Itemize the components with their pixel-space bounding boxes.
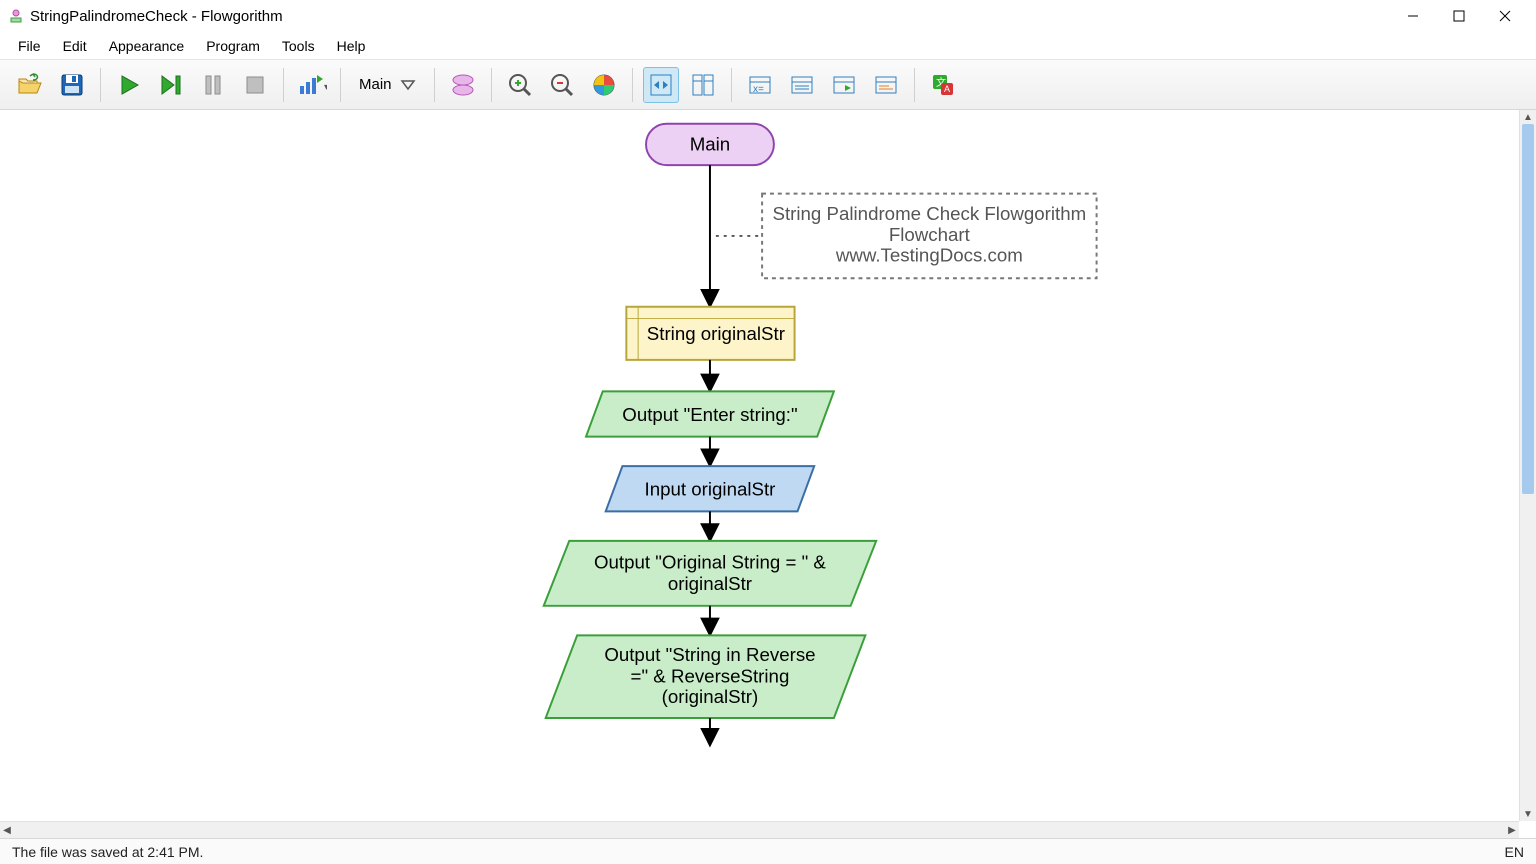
svg-text:Output "String in Reverse: Output "String in Reverse (604, 644, 815, 665)
language-button[interactable]: 文 A (925, 67, 961, 103)
svg-text:▾: ▾ (324, 82, 327, 93)
svg-text:=" & ReverseString: =" & ReverseString (631, 666, 790, 687)
status-message: The file was saved at 2:41 PM. (12, 844, 203, 860)
separator (914, 68, 915, 102)
flowchart-output-reverse[interactable]: Output "String in Reverse =" & ReverseSt… (546, 635, 866, 718)
separator (100, 68, 101, 102)
speed-button[interactable]: ▾ (294, 67, 330, 103)
vertical-scrollbar[interactable]: ▲ ▼ (1519, 110, 1536, 821)
toolbar: ▾ Main (0, 60, 1536, 110)
layout-auto-button[interactable] (643, 67, 679, 103)
function-select[interactable]: Main (351, 72, 424, 97)
svg-text:Flowchart: Flowchart (889, 224, 971, 245)
status-language: EN (1505, 844, 1524, 860)
titlebar: StringPalindromeCheck - Flowgorithm (0, 0, 1536, 32)
separator (731, 68, 732, 102)
svg-text:(originalStr): (originalStr) (662, 686, 759, 707)
source-code-button[interactable] (826, 67, 862, 103)
close-button[interactable] (1482, 0, 1528, 32)
menu-program[interactable]: Program (196, 34, 270, 58)
svg-text:Input originalStr: Input originalStr (645, 479, 776, 500)
window-title: StringPalindromeCheck - Flowgorithm (30, 8, 283, 25)
svg-text:originalStr: originalStr (668, 573, 752, 594)
variables-button[interactable]: x= (742, 67, 778, 103)
scroll-thumb-v[interactable] (1522, 124, 1534, 494)
open-button[interactable] (12, 67, 48, 103)
svg-text:A: A (944, 84, 950, 94)
console-button[interactable] (784, 67, 820, 103)
scroll-left-icon[interactable]: ◀ (0, 822, 14, 838)
zoom-out-button[interactable] (544, 67, 580, 103)
svg-text:Output "Enter string:": Output "Enter string:" (622, 404, 797, 425)
app-icon (8, 8, 24, 24)
maximize-button[interactable] (1436, 0, 1482, 32)
flowchart-declare[interactable]: String originalStr (626, 307, 794, 360)
svg-text:Output "Original String = " &: Output "Original String = " & (594, 551, 826, 572)
separator (340, 68, 341, 102)
pause-button[interactable] (195, 67, 231, 103)
turtle-graphics-button[interactable] (868, 67, 904, 103)
zoom-in-button[interactable] (502, 67, 538, 103)
menu-edit[interactable]: Edit (53, 34, 97, 58)
color-scheme-button[interactable] (586, 67, 622, 103)
step-button[interactable] (153, 67, 189, 103)
stop-button[interactable] (237, 67, 273, 103)
separator (491, 68, 492, 102)
flowchart-terminal-main[interactable]: Main (646, 124, 774, 165)
save-button[interactable] (54, 67, 90, 103)
svg-text:Main: Main (690, 133, 731, 154)
flowchart-output-original[interactable]: Output "Original String = " & originalSt… (544, 541, 877, 606)
flowchart-canvas[interactable]: Main String Palindrome Check Flowgorithm… (0, 110, 1536, 838)
chevron-down-icon (400, 79, 416, 91)
layout-columns-button[interactable] (685, 67, 721, 103)
menu-file[interactable]: File (8, 34, 51, 58)
menu-tools[interactable]: Tools (272, 34, 325, 58)
scroll-right-icon[interactable]: ▶ (1505, 822, 1519, 838)
menu-appearance[interactable]: Appearance (99, 34, 195, 58)
separator (434, 68, 435, 102)
separator (283, 68, 284, 102)
add-function-button[interactable] (445, 67, 481, 103)
flowchart-comment[interactable]: String Palindrome Check Flowgorithm Flow… (762, 194, 1096, 279)
statusbar: The file was saved at 2:41 PM. EN (0, 838, 1536, 864)
scroll-down-icon[interactable]: ▼ (1520, 807, 1536, 821)
flowchart-output-prompt[interactable]: Output "Enter string:" (586, 391, 834, 436)
function-select-label: Main (359, 76, 392, 93)
separator (632, 68, 633, 102)
horizontal-scrollbar[interactable]: ◀ ▶ (0, 821, 1519, 838)
minimize-button[interactable] (1390, 0, 1436, 32)
svg-text:x=: x= (753, 84, 764, 95)
run-button[interactable] (111, 67, 147, 103)
svg-text:String originalStr: String originalStr (647, 323, 785, 344)
menubar: File Edit Appearance Program Tools Help (0, 32, 1536, 60)
flowchart-input[interactable]: Input originalStr (606, 466, 815, 511)
menu-help[interactable]: Help (327, 34, 376, 58)
svg-text:String Palindrome Check Flowgo: String Palindrome Check Flowgorithm (773, 203, 1087, 224)
flowchart-svg: Main String Palindrome Check Flowgorithm… (0, 110, 1536, 838)
svg-text:www.TestingDocs.com: www.TestingDocs.com (835, 245, 1023, 266)
scroll-up-icon[interactable]: ▲ (1520, 110, 1536, 124)
